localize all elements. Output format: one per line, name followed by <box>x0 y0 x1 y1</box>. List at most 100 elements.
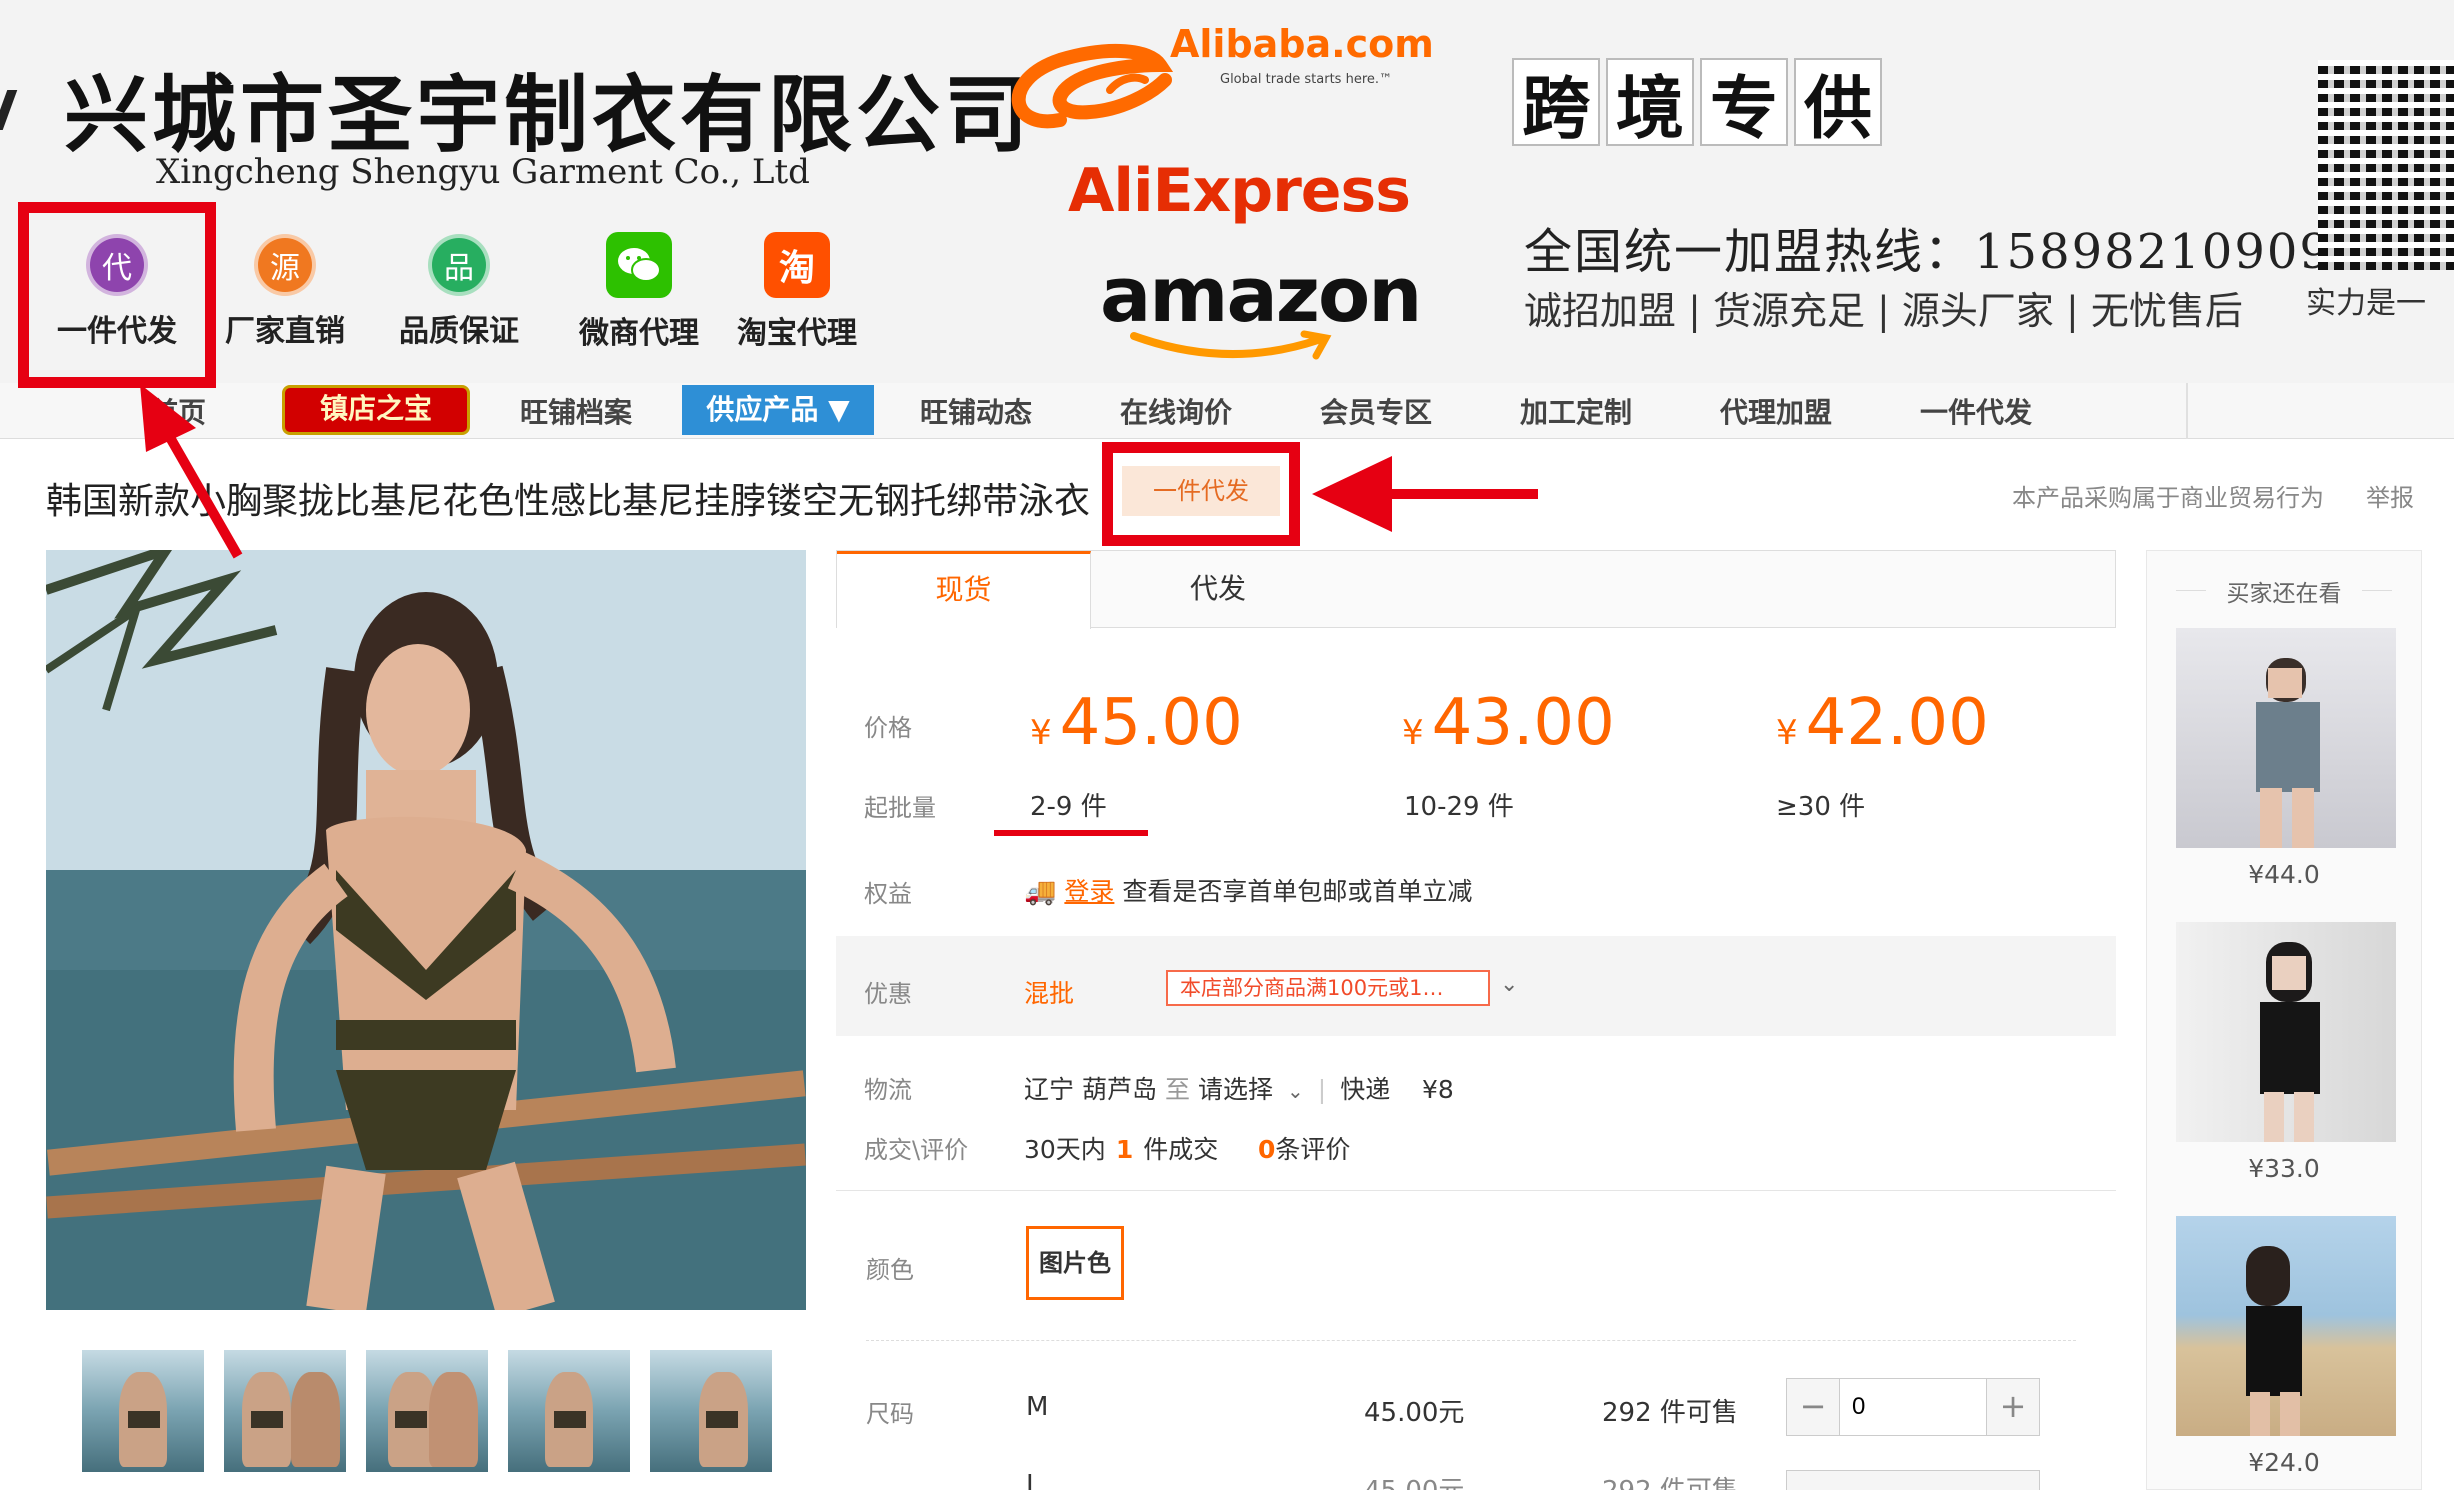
color-label: 颜色 <box>866 1256 914 1284</box>
price-value: 45.00 <box>1059 686 1243 760</box>
service-taobao-agent[interactable]: 淘 淘宝代理 <box>722 228 872 352</box>
nav-franchise[interactable]: 代理加盟 <box>1720 391 1832 431</box>
price-value: 42.00 <box>1805 686 1989 760</box>
arrow-head-icon <box>1312 456 1392 532</box>
chevron-down-icon[interactable]: ⌄ <box>1287 1079 1304 1103</box>
logistics-label: 物流 <box>864 1076 912 1104</box>
yuan-icon: 源 <box>254 234 316 296</box>
logistics-row: 辽宁 葫芦岛至请选择 ⌄ | 快递 ¥8 <box>1024 1070 1454 1106</box>
moq-tier-2: 10-29 件 <box>1404 792 1514 822</box>
cross-border-char: 专 <box>1700 58 1788 149</box>
product-title: 韩国新款小胸聚拢比基尼花色性感比基尼挂脖镂空无钢托绑带泳衣 <box>46 481 1091 522</box>
price-tier-3: ¥42.00 <box>1776 686 1989 760</box>
nav-shop-news[interactable]: 旺铺动态 <box>920 391 1032 431</box>
nav-home[interactable]: 首页 <box>150 391 206 431</box>
nav-members[interactable]: 会员专区 <box>1320 391 1432 431</box>
to-word: 至 <box>1164 1075 1190 1104</box>
service-label: 厂家直销 <box>225 314 345 349</box>
deals-suffix: 件成交 <box>1143 1135 1219 1164</box>
annotation-box-dropship-badge <box>1102 442 1300 546</box>
reviews-suffix: 条评价 <box>1275 1135 1351 1164</box>
business-note: 本产品采购属于商业贸易行为 <box>2012 484 2324 512</box>
shipping-method: 快递 <box>1340 1075 1391 1104</box>
quantity-stepper[interactable] <box>1786 1470 2040 1490</box>
cross-border-title: 跨 境 专 供 <box>1512 58 1882 149</box>
rights-label: 权益 <box>864 880 912 908</box>
deals-prefix: 30天内 <box>1024 1135 1106 1164</box>
quantity-stepper: − + <box>1786 1378 2040 1436</box>
moq-label: 起批量 <box>864 794 936 822</box>
also-viewed-image[interactable] <box>2176 922 2396 1142</box>
cross-border-char: 跨 <box>1512 58 1600 149</box>
service-wechat-agent[interactable]: 微商代理 <box>564 228 714 352</box>
product-thumbnail[interactable] <box>224 1350 346 1472</box>
ship-from: 辽宁 葫芦岛 <box>1024 1075 1157 1104</box>
price-value: 43.00 <box>1431 686 1615 760</box>
size-name: M <box>1026 1392 1049 1422</box>
product-thumbnail[interactable] <box>650 1350 772 1472</box>
company-name-cn: 兴城市圣宇制衣有限公司 <box>64 65 1033 164</box>
quantity-input[interactable] <box>1839 1379 1987 1435</box>
currency-symbol: ¥ <box>1030 713 1052 753</box>
shipping-fee: ¥8 <box>1422 1075 1454 1104</box>
nav-treasure[interactable]: 镇店之宝 <box>282 385 470 435</box>
alibaba-logo-text: Alibaba.com <box>1170 22 1434 66</box>
report-link[interactable]: 举报 <box>2366 478 2414 513</box>
taobao-icon: 淘 <box>764 232 830 298</box>
service-factory-direct[interactable]: 源 厂家直销 <box>210 228 360 350</box>
price-label: 价格 <box>864 714 912 742</box>
also-viewed-price: ¥24.0 <box>2248 1448 2320 1477</box>
also-viewed-image[interactable] <box>2176 628 2396 848</box>
slogans: 诚招加盟 | 货源充足 | 源头厂家 | 无忧售后 <box>1524 289 2243 333</box>
tab-dropship[interactable]: 代发 <box>1091 551 1345 629</box>
annotation-box-dropship-icon <box>18 202 216 388</box>
destination-select[interactable]: 请选择 <box>1198 1075 1273 1104</box>
mixed-batch-link[interactable]: 混批 <box>1024 974 1074 1010</box>
service-label: 微商代理 <box>579 316 699 351</box>
franchise-hotline: 全国统一加盟热线：15898210909 <box>1524 224 2332 280</box>
coupon-tag[interactable]: 本店部分商品满100元或1… <box>1166 970 1490 1006</box>
amazon-smile-icon <box>1130 330 1332 360</box>
deals-row: 30天内 1 件成交 0条评价 <box>1024 1130 1350 1166</box>
login-link[interactable]: 登录 <box>1064 877 1114 906</box>
nav-shop-profile[interactable]: 旺铺档案 <box>520 391 632 431</box>
moq-tier-3: ≥30 件 <box>1776 792 1866 822</box>
nav-customization[interactable]: 加工定制 <box>1520 391 1632 431</box>
nav-supply-products[interactable]: 供应产品 ▼ <box>682 385 874 435</box>
size-stock: 292 件可售 <box>1602 1398 1738 1428</box>
size-name: L <box>1026 1470 1041 1490</box>
increment-button[interactable]: + <box>1987 1379 2039 1435</box>
reviews-count[interactable]: 0 <box>1258 1135 1275 1164</box>
aliexpress-logo: AliExpress <box>1068 156 1411 226</box>
product-main-image[interactable] <box>46 550 806 1310</box>
price-tier-1: ¥45.00 <box>1030 686 1243 760</box>
product-thumbnail[interactable] <box>508 1350 630 1472</box>
divider <box>866 1340 2076 1341</box>
nav-online-inquiry[interactable]: 在线询价 <box>1120 391 1232 431</box>
nav-dropship[interactable]: 一件代发 <box>1920 391 2032 431</box>
also-viewed-image[interactable] <box>2176 1216 2396 1436</box>
color-option[interactable]: 图片色 <box>1026 1226 1124 1300</box>
cross-border-char: 境 <box>1606 58 1694 149</box>
thumbnail-strip <box>82 1350 772 1472</box>
chevron-down-icon[interactable]: ⌄ <box>1500 972 1518 997</box>
size-stock: 292 件可售 <box>1602 1470 1738 1490</box>
deals-label: 成交\评价 <box>864 1136 969 1164</box>
size-label: 尺码 <box>866 1400 914 1428</box>
amazon-logo: amazon <box>1100 250 1422 339</box>
decrement-button[interactable]: − <box>1787 1379 1839 1435</box>
alibaba-logo-tagline: Global trade starts here.™ <box>1220 72 1393 87</box>
deals-count[interactable]: 1 <box>1116 1135 1133 1164</box>
tab-in-stock[interactable]: 现货 <box>837 551 1091 629</box>
qr-caption: 实力是一 <box>2306 286 2426 321</box>
cross-border-char: 供 <box>1794 58 1882 149</box>
qr-code-icon <box>2318 60 2454 270</box>
truck-icon: 🚚 <box>1024 877 1057 907</box>
purchase-tabs: 现货 代发 <box>836 550 2116 629</box>
product-thumbnail[interactable] <box>366 1350 488 1472</box>
divider <box>836 1190 2116 1191</box>
rights-text: 查看是否享首单包邮或首单立减 <box>1122 877 1473 906</box>
promo-label: 优惠 <box>864 980 912 1008</box>
product-thumbnail[interactable] <box>82 1350 204 1472</box>
service-quality[interactable]: 品 品质保证 <box>384 228 534 350</box>
